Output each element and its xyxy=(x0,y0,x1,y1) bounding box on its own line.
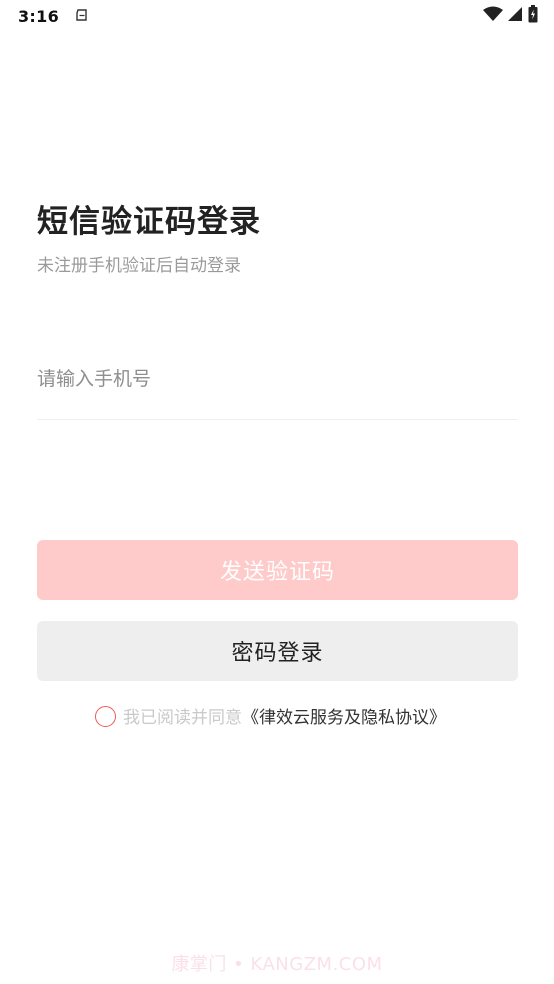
wifi-icon xyxy=(483,6,503,26)
agreement-link[interactable]: 《律效云服务及隐私协议》 xyxy=(242,703,446,728)
page-subtitle: 未注册手机验证后自动登录 xyxy=(37,256,241,276)
page-title: 短信验证码登录 xyxy=(37,204,261,240)
agreement-row: 我已阅读并同意 《律效云服务及隐私协议》 xyxy=(95,703,446,728)
status-right xyxy=(483,5,538,27)
notification-icon xyxy=(75,7,89,26)
login-screen: 3:16 短信验证码登录 未注册手机验证后自动登录 请输入手机号 发送验证码 密… xyxy=(0,0,554,984)
signal-icon xyxy=(508,6,523,26)
phone-field xyxy=(37,348,518,420)
status-left: 3:16 xyxy=(18,7,89,26)
phone-input[interactable] xyxy=(37,348,518,410)
agreement-text: 我已阅读并同意 xyxy=(123,708,242,728)
password-login-button[interactable]: 密码登录 xyxy=(37,621,518,681)
battery-icon xyxy=(528,5,538,27)
status-bar: 3:16 xyxy=(0,0,554,32)
watermark: 康掌门 • KANGZM.COM xyxy=(171,954,383,975)
send-code-button[interactable]: 发送验证码 xyxy=(37,540,518,600)
status-time: 3:16 xyxy=(18,6,59,26)
agreement-checkbox[interactable] xyxy=(95,706,116,727)
